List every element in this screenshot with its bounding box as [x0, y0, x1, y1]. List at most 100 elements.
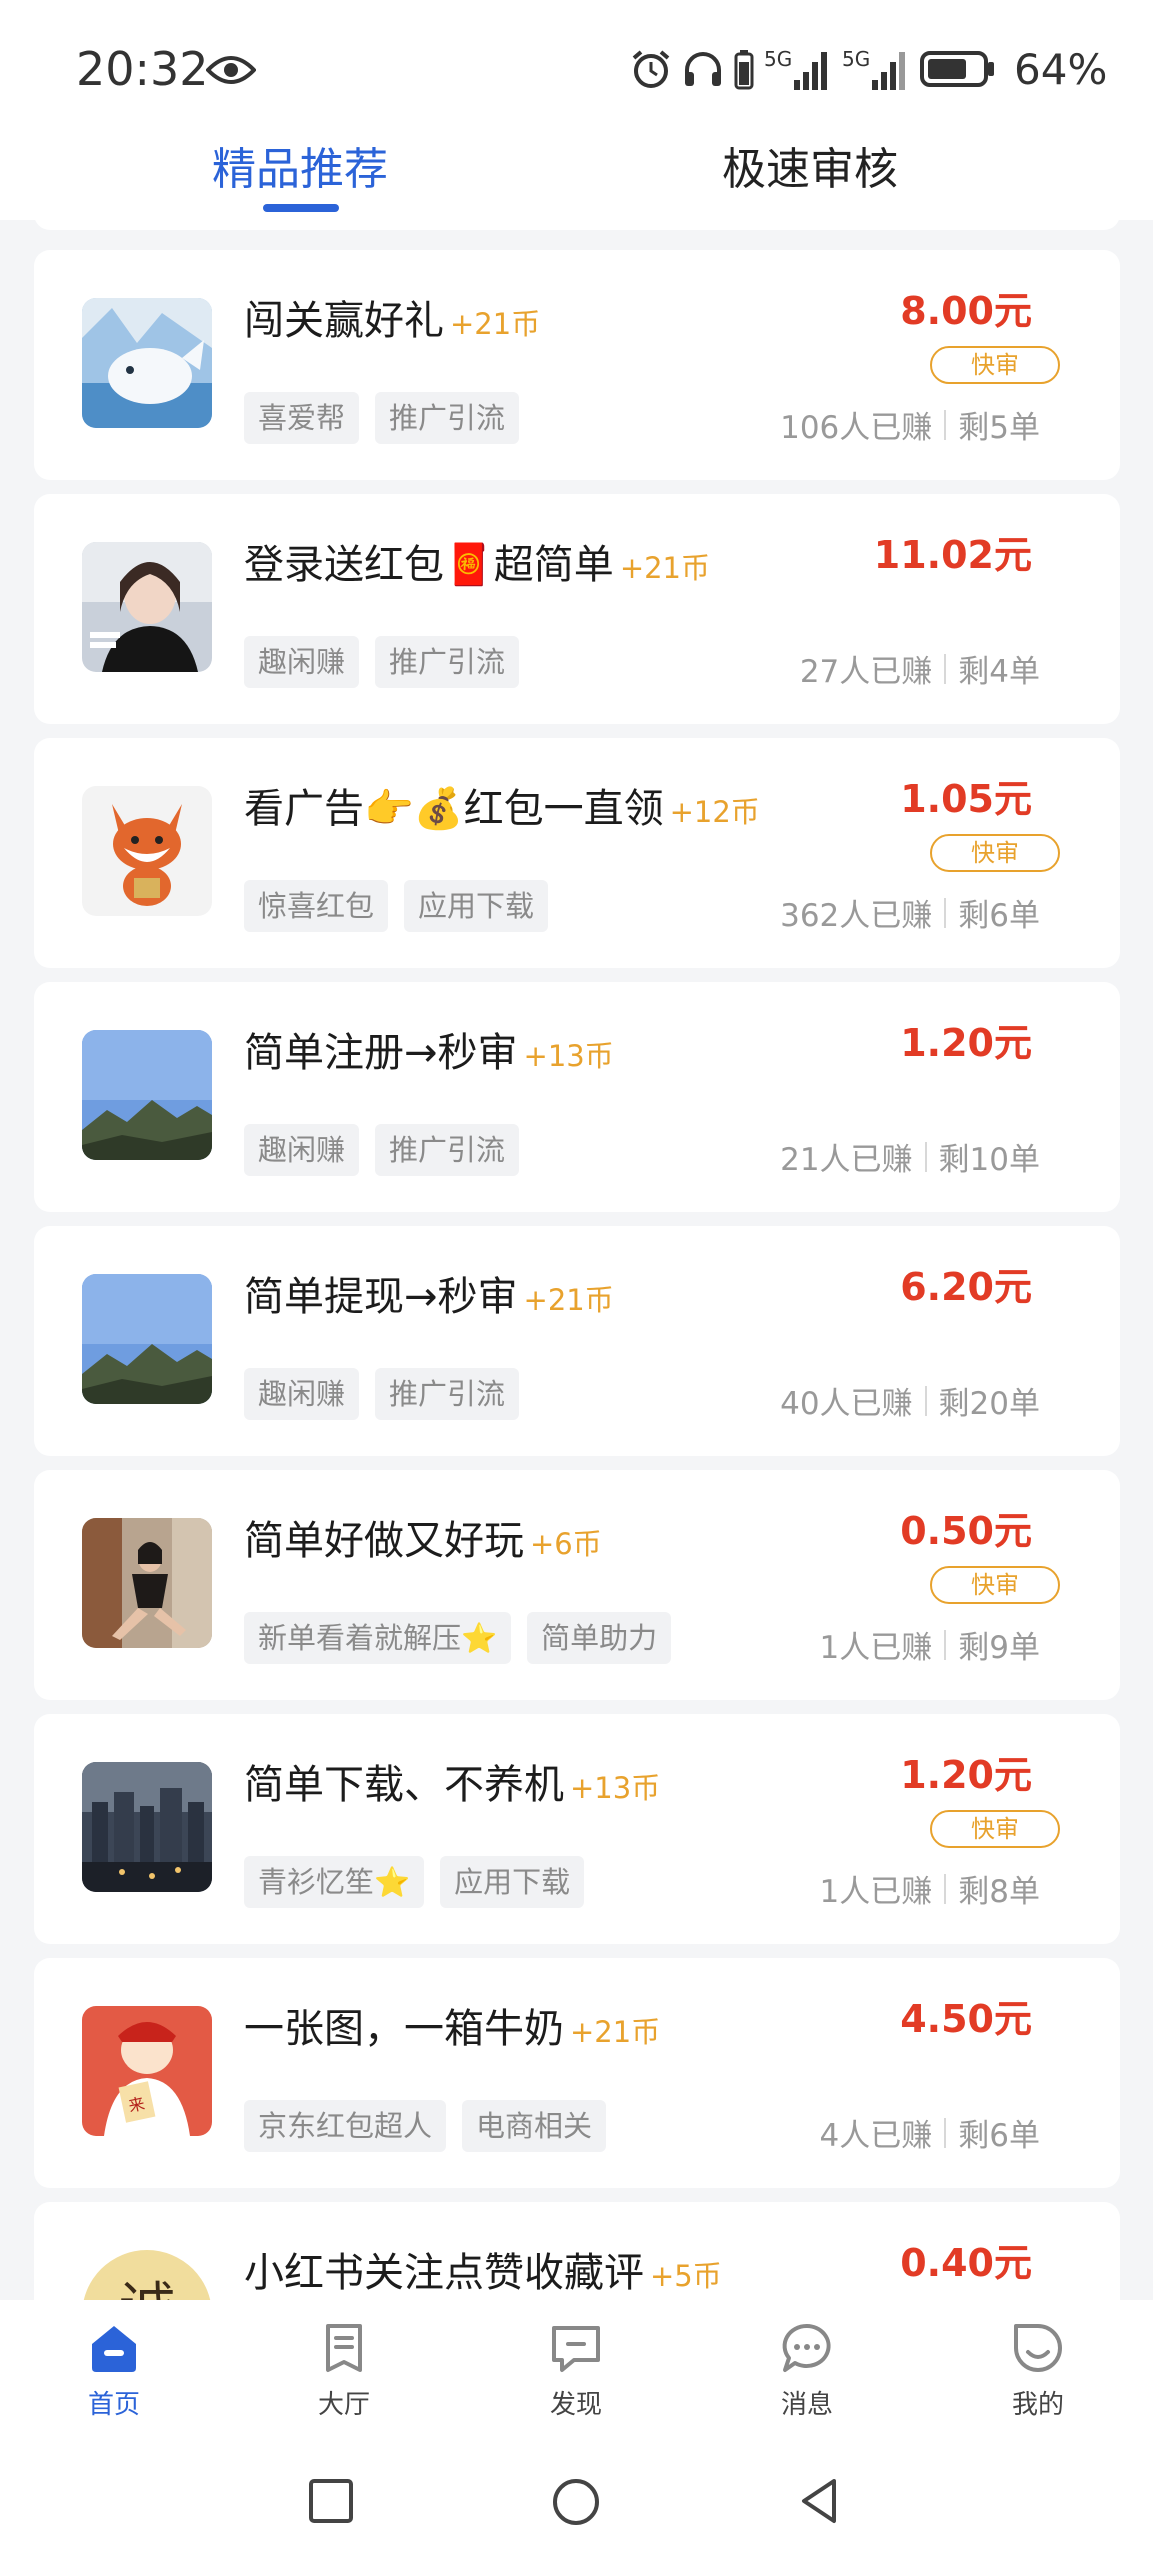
task-thumbnail-fox — [82, 786, 212, 916]
task-earned: 1人已赚 — [819, 1874, 933, 1910]
task-coins: +21币 — [570, 2015, 661, 2049]
divider — [924, 1385, 927, 1416]
task-earned: 4人已赚 — [819, 2118, 933, 2154]
task-tag: 青衫忆笙⭐ — [244, 1856, 425, 1908]
task-thumbnail-landscape — [82, 1030, 212, 1160]
signal-5g-icon: 5G — [764, 47, 827, 90]
nav-home[interactable]: 首页 — [34, 2320, 194, 2440]
landscape-photo — [82, 1274, 212, 1404]
task-earned: 106人已赚 — [780, 410, 933, 446]
task-thumbnail-landscape — [82, 1274, 212, 1404]
list-item-partial — [34, 220, 1120, 230]
task-remaining: 剩4单 — [958, 654, 1040, 690]
task-remaining: 剩5单 — [958, 410, 1040, 446]
task-stats: 40人已赚 剩20单 — [780, 1378, 1040, 1423]
bottom-nav: 首页 大厅 发现 消息 我的 — [0, 2300, 1153, 2450]
task-tag: 推广引流 — [375, 1124, 520, 1176]
task-card[interactable]: 简单提现→秒审 +21币 6.20元 趣闲赚 推广引流 40人已赚 剩20单 — [34, 1226, 1120, 1456]
divider — [944, 897, 947, 928]
woman-photo — [82, 1518, 212, 1648]
task-stats: 1人已赚 剩8单 — [820, 1866, 1040, 1911]
nav-home-label: 首页 — [87, 2390, 140, 2420]
task-coins: +21币 — [619, 551, 711, 585]
task-coins: +21币 — [450, 307, 541, 341]
home-circle-icon[interactable] — [550, 2476, 602, 2528]
svg-text:诚: 诚 — [119, 2277, 175, 2300]
nav-profile[interactable]: 我的 — [958, 2320, 1118, 2440]
fast-review-badge: 快审 — [930, 834, 1060, 872]
status-time: 20:32 — [76, 42, 209, 96]
task-remaining: 剩10单 — [938, 1142, 1040, 1178]
task-thumbnail-fortune-god: 来 — [82, 2006, 212, 2136]
task-remaining: 剩20单 — [938, 1386, 1040, 1422]
task-thumbnail-woman — [82, 1518, 212, 1648]
task-title: 看广告👉💰红包一直领 — [244, 786, 664, 832]
landscape-photo — [82, 1030, 212, 1160]
task-earned: 362人已赚 — [780, 898, 933, 934]
system-nav-bar — [0, 2450, 1153, 2560]
task-price: 0.50元 — [900, 1509, 1032, 1553]
task-tag: 应用下载 — [440, 1856, 585, 1908]
task-stats: 4人已赚 剩6单 — [820, 2110, 1040, 2155]
task-price: 11.02元 — [873, 533, 1032, 577]
girl-photo — [82, 542, 212, 672]
task-price: 0.40元 — [900, 2241, 1032, 2285]
task-price: 1.20元 — [900, 1753, 1032, 1797]
task-tag: 应用下载 — [404, 880, 549, 932]
top-tabs: 精品推荐 极速审核 — [0, 140, 1153, 220]
nav-hall[interactable]: 大厅 — [264, 2320, 424, 2440]
task-card[interactable]: 简单好做又好玩 +6币 0.50元 快审 新单看着就解压⭐ 简单助力 1人已赚 … — [34, 1470, 1120, 1700]
task-list[interactable]: 闯关赢好礼 +21币 8.00元 快审 喜爱帮 推广引流 106人已赚 剩5单 — [0, 220, 1153, 2300]
task-tag: 趣闲赚 — [244, 1124, 360, 1176]
battery-percentage: 64% — [1014, 44, 1108, 94]
task-stats: 21人已赚 剩10单 — [780, 1134, 1040, 1179]
task-thumbnail-cheng: 诚 — [82, 2250, 212, 2300]
fortune-god-cartoon: 来 — [82, 2006, 212, 2136]
divider — [944, 409, 947, 440]
tab-fast-review[interactable]: 极速审核 — [690, 140, 930, 210]
task-tag: 电商相关 — [462, 2100, 607, 2152]
task-card[interactable]: 登录送红包🧧超简单 +21币 11.02元 趣闲赚 推广引流 27人已赚 剩4单 — [34, 494, 1120, 724]
task-remaining: 剩9单 — [958, 1630, 1040, 1666]
task-price: 6.20元 — [900, 1265, 1032, 1309]
task-earned: 40人已赚 — [780, 1386, 913, 1422]
task-tag: 喜爱帮 — [244, 392, 360, 444]
task-earned: 21人已赚 — [780, 1142, 913, 1178]
discover-icon — [552, 2326, 600, 2372]
task-stats: 27人已赚 剩4单 — [800, 646, 1040, 691]
recent-apps-icon[interactable] — [306, 2476, 356, 2526]
task-card[interactable]: 简单注册→秒审 +13币 1.20元 趣闲赚 推广引流 21人已赚 剩10单 — [34, 982, 1120, 1212]
fast-review-badge: 快审 — [930, 346, 1060, 384]
tab-featured[interactable]: 精品推荐 — [180, 140, 420, 210]
task-card[interactable]: 来 一张图，一箱牛奶 +21币 4.50元 京东红包超人 电商相关 4人已赚 剩… — [34, 1958, 1120, 2188]
task-card[interactable]: 看广告👉💰红包一直领 +12币 1.05元 快审 惊喜红包 应用下载 362人已… — [34, 738, 1120, 968]
task-price: 8.00元 — [900, 289, 1032, 333]
task-stats: 362人已赚 剩6单 — [780, 890, 1040, 935]
task-tag: 简单助力 — [527, 1612, 672, 1664]
task-price: 1.20元 — [900, 1021, 1032, 1065]
whale-image — [82, 298, 212, 428]
task-price: 4.50元 — [900, 1997, 1032, 2041]
svg-text:5G: 5G — [842, 47, 870, 71]
nav-messages[interactable]: 消息 — [727, 2320, 887, 2440]
task-card[interactable]: 诚 小红书关注点赞收藏评 +5币 0.40元 — [34, 2202, 1120, 2300]
home-icon — [92, 2326, 136, 2372]
fast-review-badge: 快审 — [930, 1566, 1060, 1604]
task-card[interactable]: 简单下载、不养机 +13币 1.20元 快审 青衫忆笙⭐ 应用下载 1人已赚 剩… — [34, 1714, 1120, 1944]
profile-icon — [1014, 2324, 1062, 2372]
nav-discover[interactable]: 发现 — [496, 2320, 656, 2440]
task-title: 一张图，一箱牛奶 — [244, 2006, 564, 2052]
hall-icon — [326, 2324, 362, 2372]
task-title: 小红书关注点赞收藏评 — [244, 2250, 644, 2296]
task-title: 闯关赢好礼 — [244, 298, 444, 344]
tab-active-indicator — [263, 204, 339, 212]
status-icons: 5G 5G 64% — [630, 44, 1107, 94]
task-price: 1.05元 — [900, 777, 1032, 821]
nav-messages-label: 消息 — [780, 2390, 833, 2420]
divider — [944, 653, 947, 684]
task-thumbnail-city — [82, 1762, 212, 1892]
task-card[interactable]: 闯关赢好礼 +21币 8.00元 快审 喜爱帮 推广引流 106人已赚 剩5单 — [34, 250, 1120, 480]
divider — [944, 1629, 947, 1660]
back-icon[interactable] — [796, 2476, 846, 2526]
task-tag: 推广引流 — [375, 392, 520, 444]
